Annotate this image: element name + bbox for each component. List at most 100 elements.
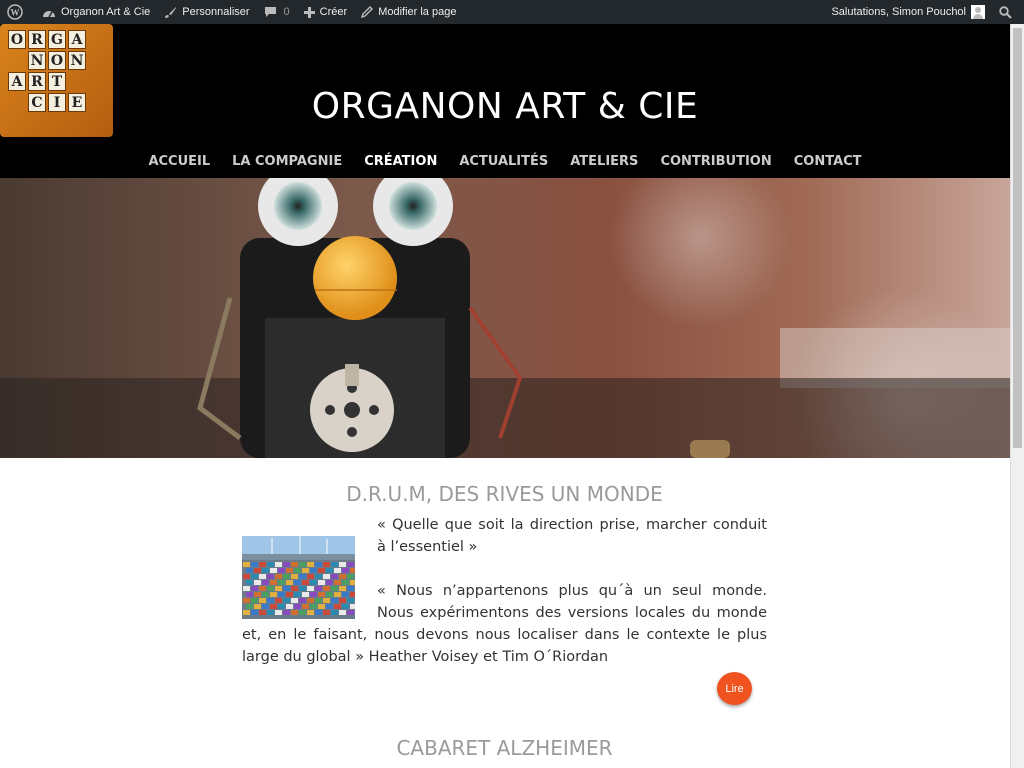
post-title-drum[interactable]: D.R.U.M, DES RIVES UN MONDE <box>242 482 767 506</box>
logo-row: ORGA <box>8 30 86 49</box>
container-block <box>291 562 298 567</box>
container-block <box>259 586 266 591</box>
container-block <box>294 592 301 597</box>
post-thumbnail[interactable] <box>242 536 365 624</box>
container-block <box>315 562 322 567</box>
container-block <box>294 604 301 609</box>
container-block <box>259 598 266 603</box>
site-name-link[interactable]: Organon Art & Cie <box>35 0 157 24</box>
container-block <box>350 568 357 573</box>
post-title-cabaret[interactable]: CABARET ALZHEIMER <box>242 736 767 760</box>
container-block <box>283 562 290 567</box>
container-block <box>323 562 330 567</box>
wordpress-menu[interactable]: W <box>0 0 35 24</box>
container-block <box>334 592 341 597</box>
container-block <box>267 598 274 603</box>
container-block <box>283 610 290 615</box>
container-block <box>323 586 330 591</box>
container-block <box>254 604 261 609</box>
container-block <box>251 562 258 567</box>
brush-icon <box>165 6 177 18</box>
container-block <box>350 580 357 585</box>
search-icon <box>999 5 1012 19</box>
logo-tile: O <box>8 30 26 49</box>
container-block <box>323 574 330 579</box>
admin-search[interactable] <box>992 0 1024 24</box>
container-block <box>347 562 354 567</box>
account-menu[interactable]: Salutations, Simon Pouchol <box>824 0 992 24</box>
container-block <box>339 598 346 603</box>
hero-image <box>0 178 1010 458</box>
container-block <box>267 562 274 567</box>
container-block <box>270 592 277 597</box>
container-block <box>315 598 322 603</box>
container-block <box>254 580 261 585</box>
logo-tile: N <box>28 51 46 70</box>
container-block <box>259 574 266 579</box>
container-block <box>299 574 306 579</box>
container-block <box>331 562 338 567</box>
avatar-icon <box>971 5 985 19</box>
read-more-button[interactable]: Lire <box>717 672 752 705</box>
site-title[interactable]: ORGANON ART & CIE <box>0 86 1010 127</box>
container-block <box>278 604 285 609</box>
container-block <box>267 574 274 579</box>
container-block <box>251 586 258 591</box>
container-block <box>342 568 349 573</box>
container-block <box>246 604 253 609</box>
container-block <box>347 610 354 615</box>
container-block <box>283 574 290 579</box>
container-block <box>243 562 250 567</box>
nav-item-la-compagnie[interactable]: LA COMPAGNIE <box>232 154 342 169</box>
container-block <box>286 604 293 609</box>
container-block <box>243 598 250 603</box>
nav-item-creation[interactable]: CRÉATION <box>364 154 437 169</box>
container-block <box>259 562 266 567</box>
container-block <box>331 598 338 603</box>
container-block <box>347 598 354 603</box>
nav-item-contribution[interactable]: CONTRIBUTION <box>660 154 771 169</box>
container-block <box>259 610 266 615</box>
container-block <box>267 586 274 591</box>
container-block <box>299 562 306 567</box>
container-block <box>310 592 317 597</box>
logo-tile: R <box>28 30 46 49</box>
nav-item-actualites[interactable]: ACTUALITÉS <box>459 154 548 169</box>
container-block <box>294 568 301 573</box>
edit-page-link[interactable]: Modifier la page <box>354 0 463 24</box>
container-block <box>302 592 309 597</box>
admin-bar: W Organon Art & Cie Personnaliser 0 Crée… <box>0 0 1024 24</box>
container-block <box>251 574 258 579</box>
comments-link[interactable]: 0 <box>257 0 297 24</box>
svg-text:W: W <box>11 8 20 18</box>
container-block <box>278 592 285 597</box>
container-block <box>243 586 250 591</box>
logo-tile: G <box>48 30 66 49</box>
container-block <box>307 598 314 603</box>
site-header: ORGANONARTCIE ORGANON ART & CIE ACCUEIL … <box>0 24 1010 178</box>
container-block <box>307 574 314 579</box>
container-block <box>270 568 277 573</box>
container-block <box>246 592 253 597</box>
customize-link[interactable]: Personnaliser <box>157 0 256 24</box>
logo-tile: N <box>68 51 86 70</box>
container-block <box>310 580 317 585</box>
container-block <box>326 568 333 573</box>
nav-item-accueil[interactable]: ACCUEIL <box>148 154 210 169</box>
container-block <box>342 604 349 609</box>
nav-item-ateliers[interactable]: ATELIERS <box>570 154 638 169</box>
nav-item-contact[interactable]: CONTACT <box>794 154 862 169</box>
logo-tile <box>8 51 26 70</box>
container-block <box>275 586 282 591</box>
container-block <box>283 598 290 603</box>
container-block <box>307 586 314 591</box>
container-block <box>275 598 282 603</box>
container-block <box>350 604 357 609</box>
scroll-thumb[interactable] <box>1013 28 1022 448</box>
create-link[interactable]: Créer <box>297 0 355 24</box>
page-scrollbar[interactable] <box>1010 24 1024 768</box>
container-block <box>286 580 293 585</box>
container-block <box>339 610 346 615</box>
container-block <box>262 568 269 573</box>
container-block <box>291 610 298 615</box>
